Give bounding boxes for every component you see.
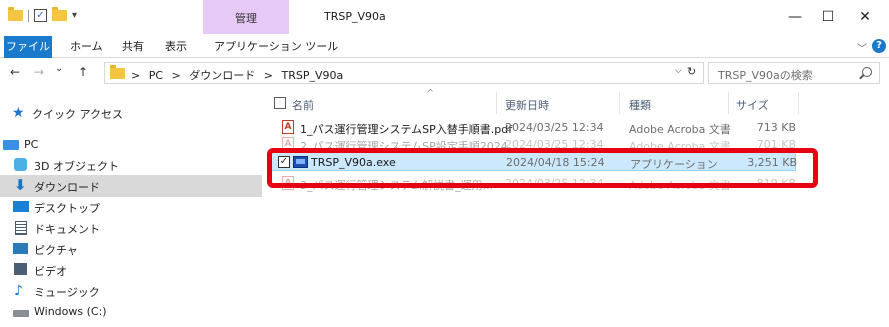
drive-icon <box>13 310 29 317</box>
pc-icon <box>3 140 19 150</box>
sidebar-item-label: ビデオ <box>34 265 67 278</box>
breadcrumb-separator-icon: > <box>131 69 141 82</box>
manage-tab-label[interactable]: 管理 <box>203 10 289 26</box>
column-divider[interactable] <box>619 92 620 114</box>
title-bar: ✓ ▾ 管理 TRSP_V90a — ☐ ✕ <box>0 0 889 34</box>
highlight-annotation <box>267 148 818 188</box>
breadcrumb-downloads[interactable]: ダウンロード <box>189 69 255 82</box>
sidebar-item-label: PC <box>24 138 39 151</box>
file-list: ^ 名前 更新日時 種類 サイズ A 1_パス運行管理システムSP入替手順書.p… <box>262 88 889 327</box>
file-modified: 2024/03/25 12:34 <box>505 121 604 134</box>
sidebar-item-desktop[interactable]: デスクトップ <box>0 196 262 218</box>
new-folder-icon[interactable] <box>52 7 67 21</box>
breadcrumb-trsp-v90a[interactable]: TRSP_V90a <box>281 69 343 82</box>
search-input[interactable]: TRSP_V90aの検索 <box>708 62 880 84</box>
column-divider[interactable] <box>728 92 729 114</box>
tab-share[interactable]: 共有 <box>122 37 144 57</box>
sidebar-item-documents[interactable]: ドキュメント <box>0 217 262 239</box>
sort-ascending-icon: ^ <box>427 88 434 97</box>
column-header-modified[interactable]: 更新日時 <box>505 97 549 113</box>
up-icon[interactable]: ↑ <box>78 65 88 79</box>
column-header-name[interactable]: 名前 <box>292 97 314 113</box>
breadcrumb-pc[interactable]: PC <box>149 69 163 82</box>
sidebar-item-label: ピクチャ <box>34 244 78 257</box>
tab-view[interactable]: 表示 <box>165 37 187 57</box>
file-size: 713 KB <box>756 121 796 134</box>
breadcrumb-separator-icon: > <box>263 69 273 82</box>
maximize-button[interactable]: ☐ <box>808 6 848 28</box>
select-all-checkbox[interactable] <box>274 97 286 109</box>
pictures-icon <box>13 243 28 254</box>
music-icon: ♪ <box>14 283 23 299</box>
sidebar-item-label: ドキュメント <box>34 223 100 236</box>
sidebar-item-label: デスクトップ <box>34 202 100 215</box>
ribbon-tabs: ファイル ホーム 共有 表示 アプリケーション ツール ﹀ ? <box>0 34 889 58</box>
forward-icon[interactable]: → <box>34 65 44 79</box>
star-icon: ★ <box>12 105 25 121</box>
back-icon[interactable]: ← <box>10 65 20 79</box>
document-icon <box>15 221 27 235</box>
sidebar-item-pc[interactable]: PC <box>0 134 262 156</box>
folder-icon <box>110 65 125 79</box>
column-header-type[interactable]: 種類 <box>629 97 651 113</box>
3d-objects-icon <box>14 158 27 171</box>
folder-icon <box>8 7 23 21</box>
breadcrumb: > PC > ダウンロード > TRSP_V90a <box>131 67 348 83</box>
sidebar-item-3d-objects[interactable]: 3D オブジェクト <box>0 154 262 176</box>
toolbar-divider <box>28 9 29 22</box>
recent-locations-icon[interactable]: ⌄ <box>55 63 63 74</box>
refresh-icon[interactable]: ↻ <box>687 65 696 78</box>
sidebar-item-music[interactable]: ♪ ミュージック <box>0 280 262 302</box>
tab-application-tools[interactable]: アプリケーション ツール <box>214 37 338 57</box>
address-dropdown-icon[interactable]: ⌵ <box>675 66 682 76</box>
close-button[interactable]: ✕ <box>845 6 885 28</box>
column-divider[interactable] <box>496 92 497 114</box>
help-icon[interactable]: ? <box>872 39 886 53</box>
sidebar-item-videos[interactable]: ビデオ <box>0 259 262 281</box>
tab-home[interactable]: ホーム <box>70 37 103 57</box>
expand-ribbon-icon[interactable]: ﹀ <box>857 40 867 55</box>
breadcrumb-separator-icon: > <box>171 69 181 82</box>
window-title: TRSP_V90a <box>324 10 386 23</box>
search-placeholder: TRSP_V90aの検索 <box>718 69 813 82</box>
navigation-bar: ← → ⌄ ↑ > PC > ダウンロード > TRSP_V90a ⌵ ↻ TR… <box>0 58 889 88</box>
sidebar-item-label: クイック アクセス <box>32 108 123 121</box>
sidebar-item-label: Windows (C:) <box>34 305 107 318</box>
sidebar-item-pictures[interactable]: ピクチャ <box>0 238 262 260</box>
sidebar-item-windows-c[interactable]: Windows (C:) <box>0 301 262 323</box>
tab-file[interactable]: ファイル <box>4 36 52 58</box>
column-divider[interactable] <box>798 92 799 114</box>
sidebar-item-label: ミュージック <box>34 286 100 299</box>
navigation-pane: ★ クイック アクセス PC 3D オブジェクト ⬇ ダウンロード デスクトップ… <box>0 88 262 327</box>
properties-check-icon[interactable]: ✓ <box>34 9 47 22</box>
pdf-icon: A <box>282 120 294 134</box>
sidebar-item-quick-access[interactable]: ★ クイック アクセス <box>0 102 262 124</box>
sidebar-item-downloads[interactable]: ⬇ ダウンロード <box>0 175 262 197</box>
sidebar-item-label: 3D オブジェクト <box>34 160 119 173</box>
desktop-icon <box>13 201 29 212</box>
download-icon: ⬇ <box>14 176 27 194</box>
customize-toolbar-dropdown-icon[interactable]: ▾ <box>72 10 77 21</box>
address-bar[interactable]: > PC > ダウンロード > TRSP_V90a ⌵ ↻ <box>104 62 704 84</box>
sidebar-item-label: ダウンロード <box>34 181 100 194</box>
video-icon <box>14 263 27 275</box>
column-header-size[interactable]: サイズ <box>736 97 769 113</box>
search-icon <box>862 67 872 77</box>
quick-access-toolbar: ✓ ▾ <box>8 7 77 22</box>
